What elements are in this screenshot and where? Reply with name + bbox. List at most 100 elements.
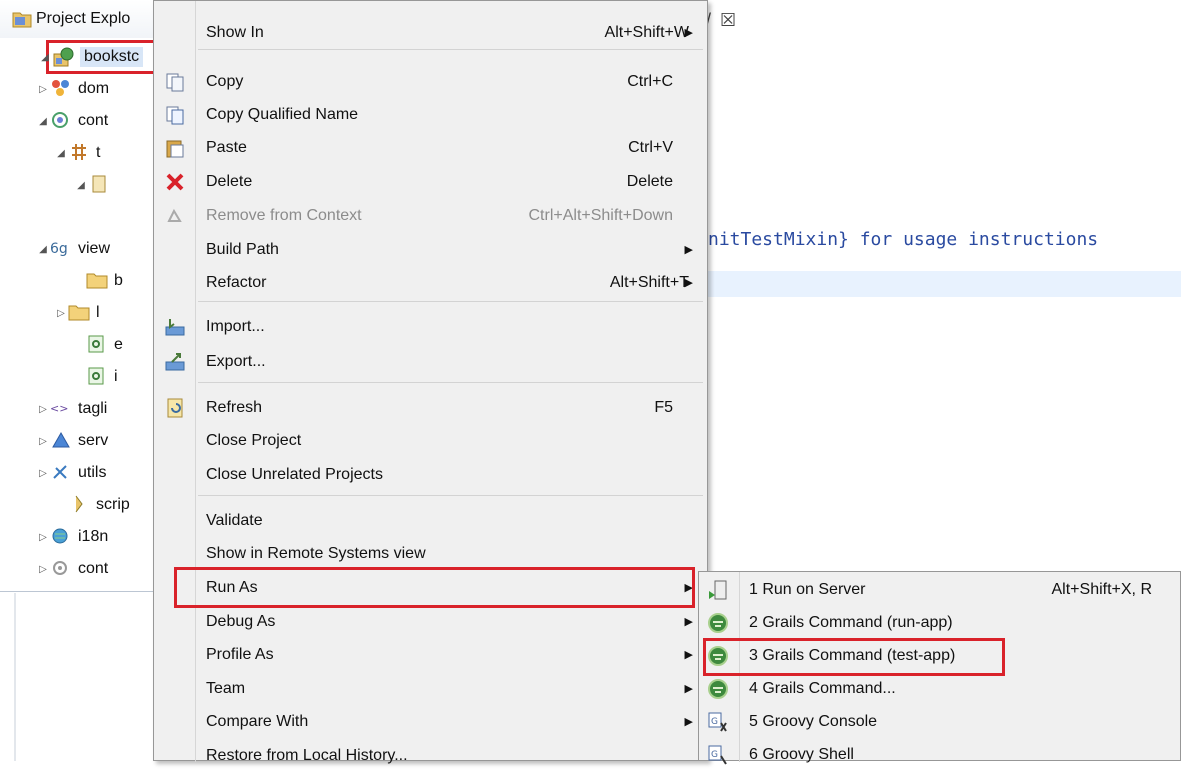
menu-item-label: Remove from Context — [206, 207, 362, 224]
menu-item-export[interactable]: Export... — [154, 346, 707, 379]
menu-item-validate[interactable]: Validate — [154, 505, 707, 538]
grails-icon — [707, 678, 729, 700]
submenu-item-1-run-on-server[interactable]: 1 Run on Server Alt+Shift+X, R — [699, 574, 1180, 607]
folder-icon — [68, 302, 92, 324]
menu-item-shortcut: Ctrl+C — [627, 73, 673, 90]
tree-item[interactable]: scrip — [54, 490, 130, 520]
menu-item-label: Team — [206, 680, 246, 697]
tree-item[interactable]: ▷ dom — [36, 74, 109, 104]
tree-item[interactable]: ▷ serv — [36, 426, 108, 456]
folder-icon — [86, 270, 110, 292]
expand-twisty-icon[interactable]: ▷ — [36, 404, 50, 415]
menu-item-shortcut: Ctrl+V — [628, 139, 673, 156]
menu-item-label: Validate — [206, 512, 263, 529]
submenu-arrow-icon: ▶ — [684, 649, 693, 661]
menu-item-close-unrelated-projects[interactable]: Close Unrelated Projects — [154, 459, 707, 492]
lower-panel — [0, 593, 172, 761]
collapse-twisty-icon[interactable]: ◢ — [36, 244, 50, 255]
tree-item-project-root[interactable]: ◢ bookstc — [38, 42, 144, 72]
submenu-arrow-icon: ▶ — [684, 683, 693, 695]
expand-twisty-icon[interactable]: ◢ — [38, 52, 52, 63]
menu-separator — [198, 301, 703, 302]
menu-item-copy-qualified-name[interactable]: Copy Qualified Name — [154, 99, 707, 132]
tree-item[interactable]: ▷ cont — [36, 554, 108, 584]
tree-item[interactable]: ◢ — [74, 170, 116, 200]
controllers-icon — [50, 110, 74, 132]
menu-item-restore-from-local-history[interactable]: Restore from Local History... — [154, 740, 707, 773]
editor-code-line: nitTestMixin} for usage instructions — [708, 229, 1099, 250]
menu-item-build-path[interactable]: Build Path ▶ — [154, 234, 707, 267]
menu-item-label: Refresh — [206, 399, 263, 416]
tree-item[interactable]: i — [72, 362, 118, 392]
menu-item-compare-with[interactable]: Compare With ▶ — [154, 706, 707, 739]
menu-item-shortcut: Delete — [626, 173, 673, 190]
grails-icon — [707, 612, 729, 634]
globe-icon — [50, 526, 74, 548]
menu-item-debug-as[interactable]: Debug As ▶ — [154, 606, 707, 639]
views-icon: 6g — [50, 238, 74, 260]
expand-twisty-icon[interactable]: ▷ — [36, 532, 50, 543]
menu-item-label: Show In — [206, 24, 264, 41]
tree-item-label: scrip — [96, 496, 130, 513]
menu-item-paste[interactable]: Paste Ctrl+V — [154, 132, 707, 165]
project-explorer-tab[interactable]: Project Explo — [0, 0, 172, 38]
expand-twisty-icon[interactable]: ▷ — [36, 436, 50, 447]
tree-item[interactable]: b — [72, 266, 123, 296]
menu-item-label: Paste — [206, 139, 247, 156]
file-icon — [88, 174, 112, 196]
expand-twisty-icon[interactable]: ▷ — [36, 564, 50, 575]
tree-item[interactable]: ▷ utils — [36, 458, 106, 488]
submenu-arrow-icon: ▶ — [684, 27, 693, 39]
tree-item-label: cont — [78, 560, 109, 577]
menu-item-close-project[interactable]: Close Project — [154, 425, 707, 458]
run-as-submenu: 1 Run on Server Alt+Shift+X, R 2 Grails Co… — [698, 571, 1181, 765]
submenu-item-4-grails-command[interactable]: 4 Grails Command... — [699, 673, 1180, 706]
copy-icon — [164, 71, 186, 93]
tree-item[interactable]: ◢ t — [54, 138, 100, 168]
close-icon[interactable]: ☒ — [720, 10, 736, 31]
project-explorer-icon — [12, 10, 32, 33]
collapse-twisty-icon[interactable]: ◢ — [74, 180, 88, 191]
expand-twisty-icon[interactable]: ▷ — [36, 84, 50, 95]
submenu-item-label: 1 Run on Server — [749, 581, 866, 598]
tree-item[interactable]: ◢ 6g view — [36, 234, 110, 264]
submenu-arrow-icon: ▶ — [684, 277, 693, 289]
utils-icon — [50, 462, 74, 484]
gsp-file-icon — [86, 334, 110, 356]
submenu-item-5-groovy-console[interactable]: G 5 Groovy Console — [699, 706, 1180, 739]
menu-item-refresh[interactable]: Refresh F5 — [154, 392, 707, 425]
menu-item-team[interactable]: Team ▶ — [154, 673, 707, 706]
collapse-twisty-icon[interactable]: ◢ — [36, 116, 50, 127]
svg-text:G: G — [711, 717, 718, 727]
expand-twisty-icon[interactable]: ▷ — [36, 468, 50, 479]
submenu-item-label: 5 Groovy Console — [749, 713, 878, 730]
submenu-item-label: 4 Grails Command... — [749, 680, 896, 697]
tree-item[interactable]: ▷ i18n — [36, 522, 108, 552]
tree-item[interactable]: ▷ <> tagli — [36, 394, 107, 424]
expand-twisty-icon[interactable]: ▷ — [54, 308, 68, 319]
menu-item-delete[interactable]: Delete Delete — [154, 166, 707, 199]
menu-item-label: Show in Remote Systems view — [206, 545, 426, 562]
copy-qualified-icon — [164, 104, 186, 126]
menu-item-profile-as[interactable]: Profile As ▶ — [154, 639, 707, 672]
tree-item[interactable]: e — [72, 330, 123, 360]
submenu-item-6-groovy-shell[interactable]: G 6 Groovy Shell — [699, 739, 1180, 772]
groovy-console-icon: G — [707, 711, 729, 733]
tree-item-label: serv — [78, 432, 109, 449]
remove-context-icon — [164, 205, 186, 227]
menu-item-import[interactable]: Import... — [154, 311, 707, 344]
menu-item-shortcut: F5 — [654, 399, 673, 416]
menu-item-show-in[interactable]: Show In Alt+Shift+W ▶ — [154, 17, 707, 50]
tree-item[interactable]: ◢ cont — [36, 106, 108, 136]
run-on-server-icon — [707, 579, 729, 601]
tree-item-label: l — [96, 304, 100, 321]
collapse-twisty-icon[interactable]: ◢ — [54, 148, 68, 159]
menu-item-refactor[interactable]: Refactor Alt+Shift+T ▶ — [154, 267, 707, 300]
project-explorer-title: Project Explo — [36, 10, 131, 27]
submenu-arrow-icon: ▶ — [684, 716, 693, 728]
tree-item[interactable]: ▷ l — [54, 298, 100, 328]
submenu-item-2-grails-command-run-app[interactable]: 2 Grails Command (run-app) — [699, 607, 1180, 640]
menu-item-copy[interactable]: Copy Ctrl+C — [154, 66, 707, 99]
conf-icon — [50, 558, 74, 580]
refresh-icon — [164, 397, 186, 419]
